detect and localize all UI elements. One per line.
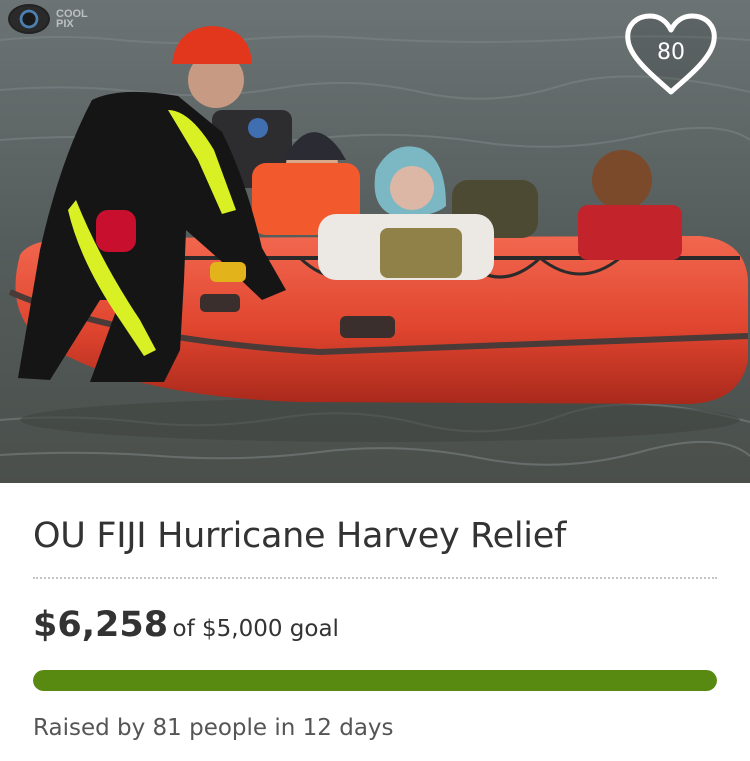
camera-lens-icon [8, 4, 50, 34]
campaign-photo[interactable]: COOL PIX 80 [0, 0, 750, 483]
campaign-card[interactable]: COOL PIX 80 OU FIJI Hurricane Harvey Rel… [0, 0, 750, 761]
divider [33, 577, 717, 579]
watermark-text: COOL PIX [56, 8, 88, 30]
funding-summary: $6,258 of $5,000 goal [33, 605, 339, 645]
heart-button[interactable]: 80 [622, 12, 720, 98]
raised-by-text: Raised by 81 people in 12 days [33, 715, 394, 741]
watermark: COOL PIX [8, 4, 96, 34]
progress-bar [33, 670, 717, 691]
goal-text: of $5,000 goal [172, 616, 339, 642]
amount-raised: $6,258 [33, 605, 169, 645]
progress-bar-fill [33, 670, 717, 691]
campaign-title[interactable]: OU FIJI Hurricane Harvey Relief [33, 516, 566, 556]
heart-count: 80 [657, 40, 685, 65]
